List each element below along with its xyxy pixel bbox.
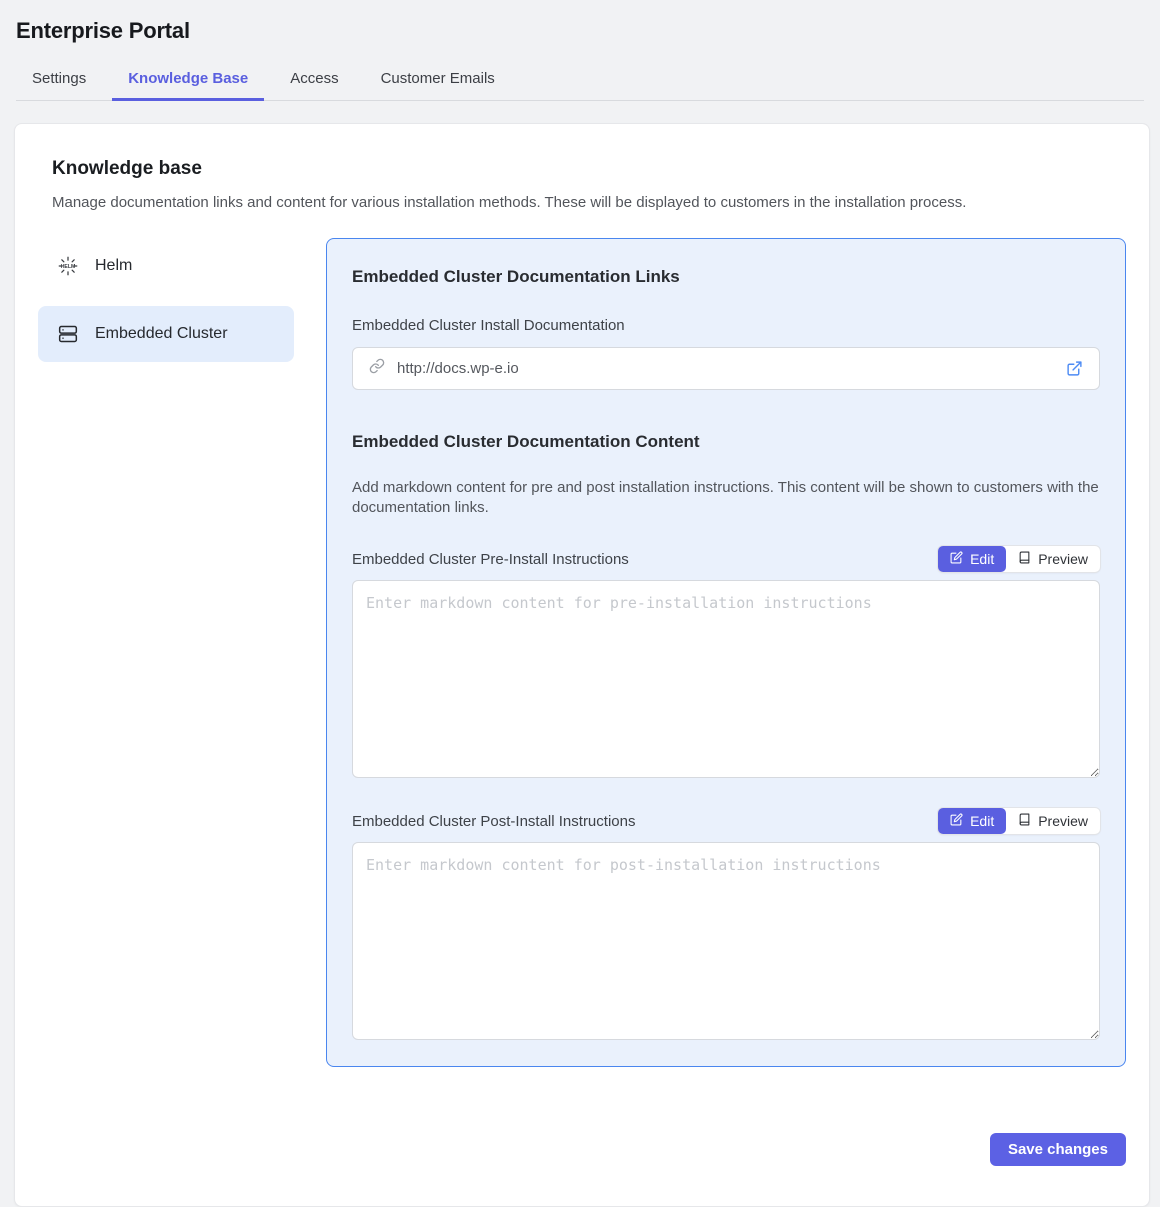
page-header: Enterprise Portal xyxy=(0,0,1160,44)
install-doc-input[interactable] xyxy=(395,359,1056,378)
post-install-label: Embedded Cluster Post-Install Instructio… xyxy=(352,813,635,830)
save-changes-button[interactable]: Save changes xyxy=(990,1133,1126,1166)
edit-button[interactable]: Edit xyxy=(938,808,1006,834)
knowledge-base-card: Knowledge base Manage documentation link… xyxy=(14,123,1150,1207)
server-icon xyxy=(58,324,78,344)
external-link-icon[interactable] xyxy=(1066,360,1083,377)
post-install-header: Embedded Cluster Post-Install Instructio… xyxy=(352,808,1100,834)
pre-install-label: Embedded Cluster Pre-Install Instruction… xyxy=(352,551,629,568)
tab-knowledge-base[interactable]: Knowledge Base xyxy=(112,60,264,100)
helm-icon: HELM xyxy=(58,256,78,276)
pre-install-textarea[interactable] xyxy=(352,580,1100,778)
page-title: Enterprise Portal xyxy=(16,18,1144,44)
tab-access[interactable]: Access xyxy=(274,60,354,100)
content-row: HELM Helm Embedded Cluster Embedde xyxy=(38,238,1126,1067)
install-doc-input-wrapper xyxy=(352,347,1100,390)
sidebar-item-label: Helm xyxy=(95,257,132,275)
content-section-title: Embedded Cluster Documentation Content xyxy=(352,432,1100,452)
links-section-title: Embedded Cluster Documentation Links xyxy=(352,267,1100,287)
link-icon xyxy=(369,358,385,379)
sidebar-item-label: Embedded Cluster xyxy=(95,325,228,343)
tab-settings[interactable]: Settings xyxy=(16,60,102,100)
tab-customer-emails[interactable]: Customer Emails xyxy=(365,60,511,100)
install-method-sidebar: HELM Helm Embedded Cluster xyxy=(38,238,294,1067)
embedded-cluster-panel: Embedded Cluster Documentation Links Emb… xyxy=(326,238,1126,1067)
tab-bar: Settings Knowledge Base Access Customer … xyxy=(16,60,1144,101)
post-install-textarea[interactable] xyxy=(352,842,1100,1040)
edit-icon xyxy=(950,813,963,829)
pre-install-mode-toggle: Edit Preview xyxy=(938,546,1100,572)
card-description: Manage documentation links and content f… xyxy=(52,194,1126,211)
install-doc-label: Embedded Cluster Install Documentation xyxy=(352,317,1100,334)
post-install-mode-toggle: Edit Preview xyxy=(938,808,1100,834)
book-icon xyxy=(1018,551,1031,567)
sidebar-item-embedded-cluster[interactable]: Embedded Cluster xyxy=(38,306,294,362)
card-title: Knowledge base xyxy=(52,158,1126,180)
svg-text:HELM: HELM xyxy=(61,264,76,270)
save-row: Save changes xyxy=(38,1133,1126,1166)
content-section-description: Add markdown content for pre and post in… xyxy=(352,478,1100,518)
pre-install-header: Embedded Cluster Pre-Install Instruction… xyxy=(352,546,1100,572)
book-icon xyxy=(1018,813,1031,829)
preview-button[interactable]: Preview xyxy=(1006,546,1100,572)
preview-button[interactable]: Preview xyxy=(1006,808,1100,834)
sidebar-item-helm[interactable]: HELM Helm xyxy=(38,238,294,294)
edit-button[interactable]: Edit xyxy=(938,546,1006,572)
edit-icon xyxy=(950,551,963,567)
